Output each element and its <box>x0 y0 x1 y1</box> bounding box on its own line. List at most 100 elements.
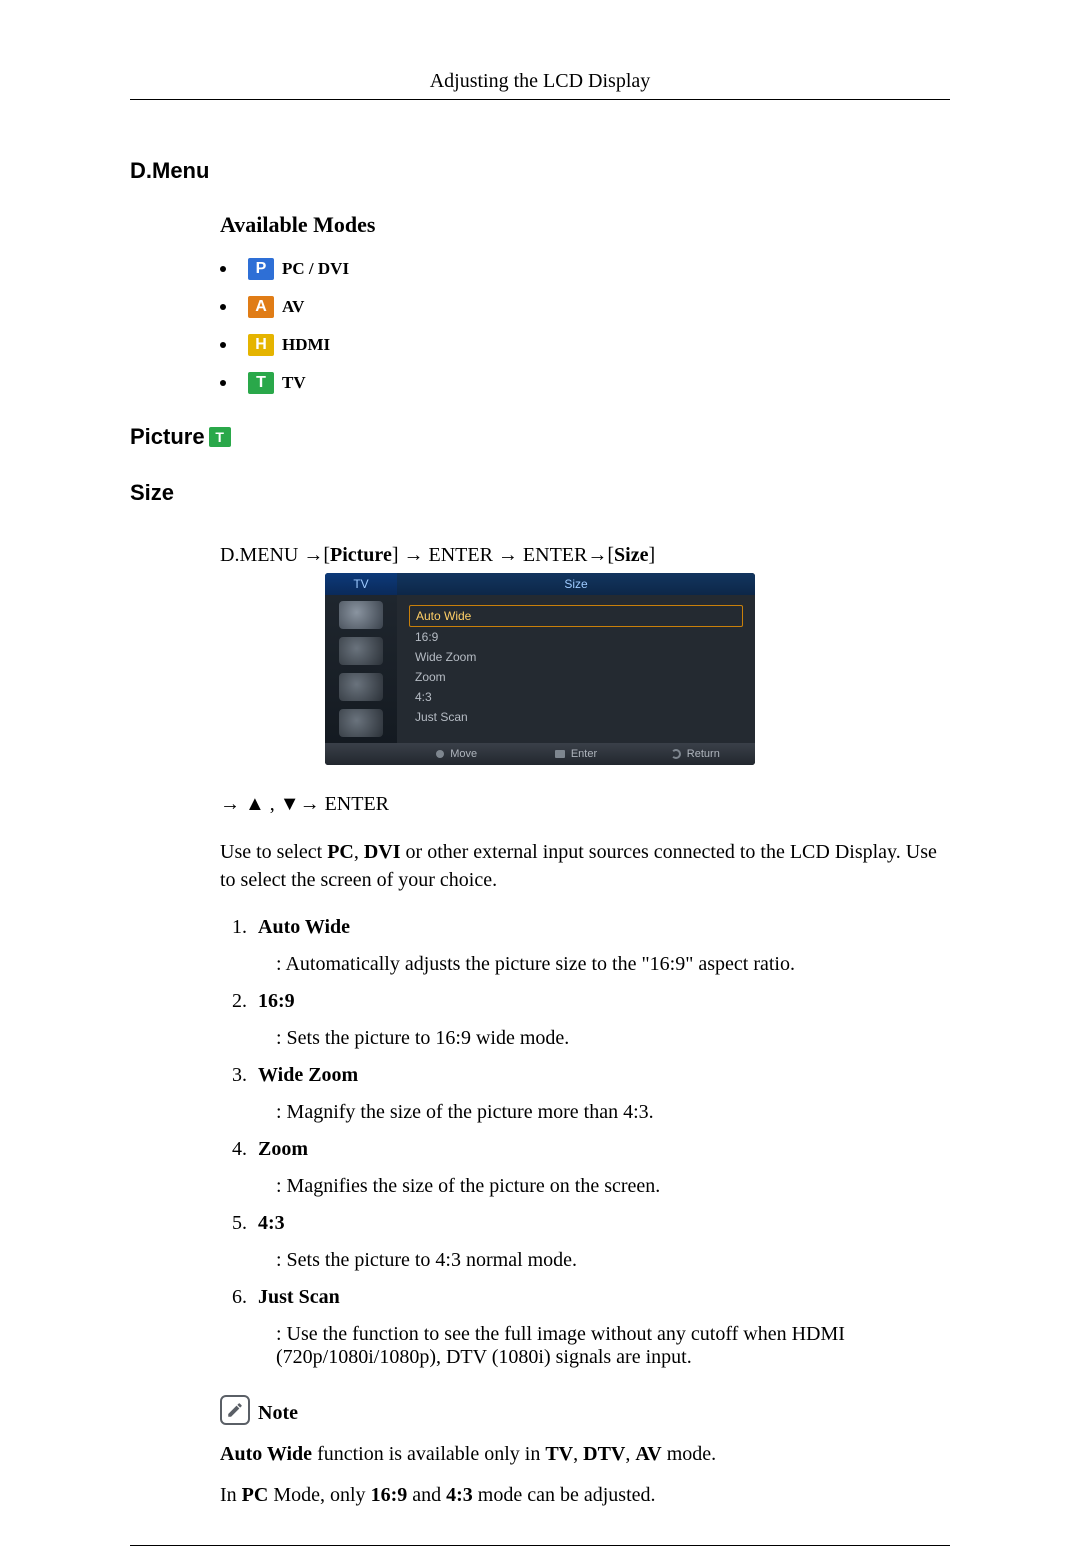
path-size: Size <box>614 544 648 566</box>
option-desc: : Magnify the size of the picture more t… <box>276 1101 950 1124</box>
option-just-scan: Just Scan : Use the function to see the … <box>252 1286 950 1369</box>
note1-av: AV <box>635 1443 661 1465</box>
option-auto-wide: Auto Wide : Automatically adjusts the pi… <box>252 916 950 976</box>
intro-pc: PC <box>327 841 354 863</box>
mode-tv: T TV <box>220 372 950 394</box>
bullet-icon <box>220 380 226 386</box>
osd-body: Auto Wide 16:9 Wide Zoom Zoom 4:3 Just S… <box>325 595 755 743</box>
osd-header: TV Size <box>325 573 755 595</box>
osd-foot-enter: Enter <box>516 748 635 760</box>
note1-dtv: DTV <box>583 1443 625 1465</box>
nav-keys-line: → ▲ , ▼→ ENTER <box>220 793 950 816</box>
option-name: Zoom <box>258 1138 308 1160</box>
dot-icon <box>436 750 444 758</box>
osd-item-selected: Auto Wide <box>409 605 743 627</box>
note2-text: In <box>220 1484 242 1506</box>
return-icon <box>671 749 681 759</box>
note-line-2: In PC Mode, only 16:9 and 4:3 mode can b… <box>220 1484 950 1507</box>
heading-size: Size <box>130 480 950 506</box>
note2-text: and <box>407 1484 446 1506</box>
osd-foot-enter-label: Enter <box>571 748 597 760</box>
note-line-1: Auto Wide function is available only in … <box>220 1443 950 1466</box>
option-desc: : Sets the picture to 4:3 normal mode. <box>276 1249 950 1272</box>
osd-footer: Move Enter Return <box>325 743 755 765</box>
option-name: Auto Wide <box>258 916 350 938</box>
option-desc: : Use the function to see the full image… <box>276 1323 950 1369</box>
option-16-9: 16:9 : Sets the picture to 16:9 wide mod… <box>252 990 950 1050</box>
option-name: 4:3 <box>258 1212 285 1234</box>
osd-item: Zoom <box>409 667 743 687</box>
bullet-icon <box>220 266 226 272</box>
enter-icon <box>555 750 565 758</box>
pencil-icon <box>226 1401 244 1419</box>
top-rule <box>130 99 950 100</box>
intro-paragraph: Use to select PC, DVI or other external … <box>220 838 950 894</box>
osd-item: 16:9 <box>409 627 743 647</box>
note1-tv: TV <box>545 1443 573 1465</box>
mode-av: A AV <box>220 296 950 318</box>
mode-pc-dvi: P PC / DVI <box>220 258 950 280</box>
osd-side-item-icon <box>339 637 383 665</box>
heading-available-modes: Available Modes <box>220 212 950 238</box>
note2-43: 4:3 <box>446 1484 473 1506</box>
mode-label: AV <box>282 297 304 317</box>
note1-tail: mode. <box>662 1443 716 1465</box>
path-suffix: ] <box>648 544 655 566</box>
option-4-3: 4:3 : Sets the picture to 4:3 normal mod… <box>252 1212 950 1272</box>
modes-list: P PC / DVI A AV H HDMI T TV <box>220 258 950 394</box>
intro-dvi: DVI <box>364 841 401 863</box>
path-prefix: D.MENU →[ <box>220 544 330 566</box>
osd-header-right: Size <box>397 573 755 595</box>
note-label: Note <box>258 1402 298 1425</box>
mode-label: HDMI <box>282 335 330 355</box>
path-picture: Picture <box>330 544 392 566</box>
osd-item: 4:3 <box>409 687 743 707</box>
heading-dmenu: D.Menu <box>130 158 950 184</box>
size-options-list: Auto Wide : Automatically adjusts the pi… <box>252 916 950 1369</box>
note-header: Note <box>220 1395 950 1425</box>
bullet-icon <box>220 342 226 348</box>
note2-tail: mode can be adjusted. <box>473 1484 656 1506</box>
option-wide-zoom: Wide Zoom : Magnify the size of the pict… <box>252 1064 950 1124</box>
intro-comma: , <box>354 841 364 863</box>
osd-foot-return: Return <box>636 748 755 760</box>
heading-picture: Picture T <box>130 424 950 450</box>
osd-foot-return-label: Return <box>687 748 720 760</box>
menu-path: D.MENU →[Picture] → ENTER → ENTER→[Size] <box>220 544 950 567</box>
bullet-icon <box>220 304 226 310</box>
option-name: 16:9 <box>258 990 295 1012</box>
option-name: Wide Zoom <box>258 1064 358 1086</box>
osd-item: Just Scan <box>409 707 743 727</box>
heading-picture-text: Picture <box>130 424 205 450</box>
note2-pc: PC <box>242 1484 269 1506</box>
t-icon: T <box>248 372 274 394</box>
osd-side-item-icon <box>339 601 383 629</box>
option-desc: : Sets the picture to 16:9 wide mode. <box>276 1027 950 1050</box>
note1-sep: , <box>573 1443 583 1465</box>
note-icon <box>220 1395 250 1425</box>
osd-screenshot: TV Size Auto Wide 16:9 Wide Zoom Zoom 4:… <box>325 573 755 765</box>
h-icon: H <box>248 334 274 356</box>
a-icon: A <box>248 296 274 318</box>
note1-sep: , <box>625 1443 635 1465</box>
osd-size-list: Auto Wide 16:9 Wide Zoom Zoom 4:3 Just S… <box>397 595 755 743</box>
note2-text: Mode, only <box>268 1484 370 1506</box>
t-icon: T <box>209 427 231 447</box>
option-desc: : Magnifies the size of the picture on t… <box>276 1175 950 1198</box>
path-mid: ] → ENTER → ENTER→[ <box>392 544 614 566</box>
mode-hdmi: H HDMI <box>220 334 950 356</box>
osd-side-item-icon <box>339 709 383 737</box>
option-name: Just Scan <box>258 1286 340 1308</box>
mode-label: TV <box>282 373 306 393</box>
osd-foot-move: Move <box>397 748 516 760</box>
note2-169: 16:9 <box>371 1484 408 1506</box>
osd-foot-move-label: Move <box>450 748 477 760</box>
option-zoom: Zoom : Magnifies the size of the picture… <box>252 1138 950 1198</box>
mode-label: PC / DVI <box>282 259 349 279</box>
note1-text: function is available only in <box>312 1443 545 1465</box>
option-desc: : Automatically adjusts the picture size… <box>276 953 950 976</box>
running-head: Adjusting the LCD Display <box>130 70 950 93</box>
osd-sidebar <box>325 595 397 743</box>
intro-text: Use to select <box>220 841 327 863</box>
p-icon: P <box>248 258 274 280</box>
